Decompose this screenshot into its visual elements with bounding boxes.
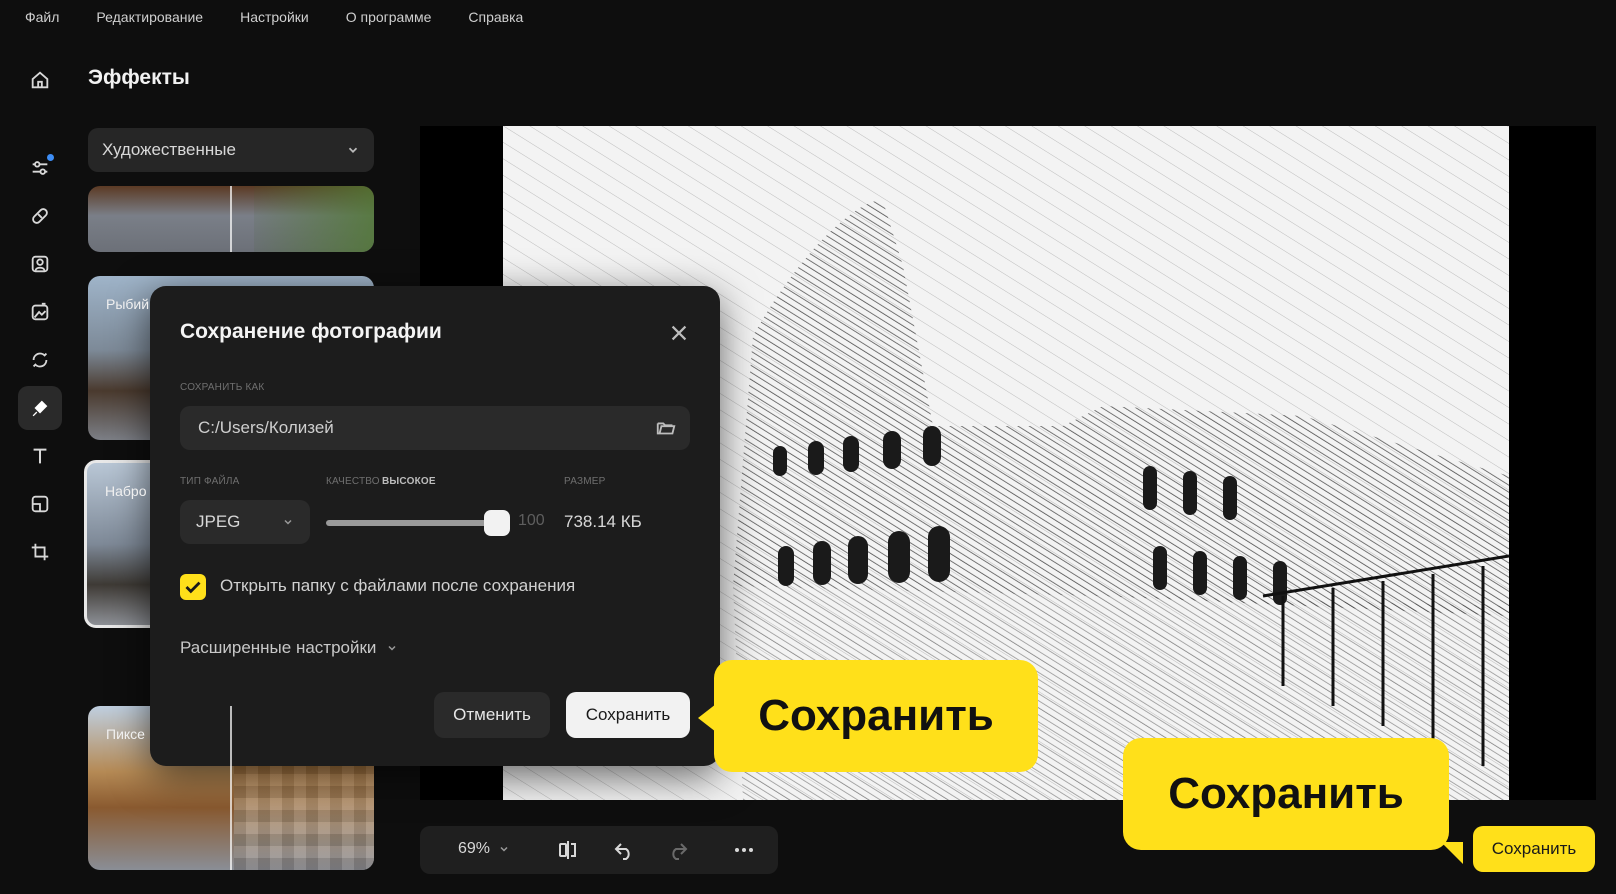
save-button[interactable]: Сохранить — [566, 692, 690, 738]
crop-icon[interactable] — [18, 530, 62, 574]
menu-about[interactable]: О программе — [346, 9, 432, 25]
replace-icon[interactable] — [18, 338, 62, 382]
category-value: Художественные — [102, 140, 236, 159]
effect-thumb-label: Рыбий — [106, 296, 150, 312]
effects-icon[interactable] — [18, 386, 62, 430]
quality-slider-handle[interactable] — [484, 510, 510, 536]
image-replace-icon[interactable] — [18, 290, 62, 334]
panel-title: Эффекты — [88, 66, 190, 89]
close-icon[interactable] — [668, 322, 690, 344]
chevron-down-icon — [284, 519, 292, 525]
callout-save-dialog: Сохранить — [698, 660, 1038, 772]
size-label: РАЗМЕР — [564, 476, 606, 487]
save-as-label: СОХРАНИТЬ КАК — [180, 382, 265, 393]
zoom-value: 69% — [458, 840, 491, 857]
file-type-value: JPEG — [196, 512, 241, 531]
save-photo-dialog: Сохранение фотографии СОХРАНИТЬ КАК ТИП … — [150, 286, 720, 766]
text-icon[interactable] — [18, 434, 62, 478]
advanced-settings-toggle[interactable]: Расширенные настройки — [180, 638, 398, 658]
open-folder-label[interactable]: Открыть папку с файлами после сохранения — [220, 576, 575, 596]
check-icon — [185, 581, 201, 594]
compare-divider — [230, 706, 232, 870]
callout-save-main: Сохранить — [1123, 738, 1463, 864]
adjustments-icon[interactable] — [18, 146, 62, 190]
pixelated-preview — [234, 766, 374, 870]
chevron-down-icon — [348, 147, 358, 153]
more-icon[interactable] — [732, 838, 756, 862]
zoom-select[interactable]: 69% — [458, 840, 510, 858]
menu-bar: Файл Редактирование Настройки О программ… — [0, 0, 1616, 34]
bottom-toolbar: 69% — [420, 826, 778, 874]
quality-label: КАЧЕСТВО — [326, 476, 380, 487]
menu-edit[interactable]: Редактирование — [96, 9, 203, 25]
open-folder-checkbox[interactable] — [180, 574, 206, 600]
save-path-input[interactable] — [180, 406, 690, 450]
effect-thumb-label: Набро — [105, 483, 147, 499]
quality-slider-track[interactable] — [326, 520, 498, 526]
compare-icon[interactable] — [556, 838, 580, 862]
effects-category-select[interactable]: Художественные — [88, 128, 374, 172]
effect-thumb-label: Пиксе — [106, 726, 145, 742]
file-type-label: ТИП ФАЙЛА — [180, 476, 240, 487]
dialog-title: Сохранение фотографии — [180, 320, 442, 343]
file-size-value: 738.14 КБ — [564, 512, 642, 531]
menu-help[interactable]: Справка — [468, 9, 523, 25]
chevron-down-icon — [500, 846, 508, 852]
file-type-select[interactable]: JPEG — [180, 500, 310, 544]
quality-value: 100 — [518, 512, 545, 529]
menu-file[interactable]: Файл — [25, 9, 59, 25]
home-icon[interactable] — [18, 58, 62, 102]
notification-dot — [47, 154, 54, 161]
frame-icon[interactable] — [18, 482, 62, 526]
redo-icon[interactable] — [666, 838, 690, 862]
chevron-down-icon — [388, 645, 396, 651]
effect-thumb-previous[interactable] — [88, 186, 374, 252]
save-button-main[interactable]: Сохранить — [1473, 826, 1595, 872]
menu-settings[interactable]: Настройки — [240, 9, 309, 25]
retouch-icon[interactable] — [18, 194, 62, 238]
compare-divider — [230, 186, 232, 252]
portrait-icon[interactable] — [18, 242, 62, 286]
undo-icon[interactable] — [612, 838, 636, 862]
quality-level-label: ВЫСОКОЕ — [382, 476, 436, 487]
folder-icon[interactable] — [655, 417, 677, 439]
cancel-button[interactable]: Отменить — [434, 692, 550, 738]
advanced-settings-label: Расширенные настройки — [180, 638, 377, 657]
